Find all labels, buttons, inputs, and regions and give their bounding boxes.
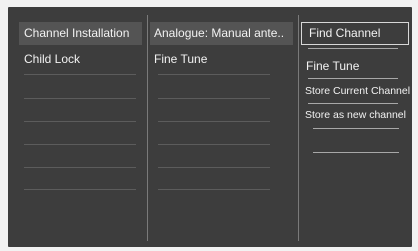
menu-separator [24,121,136,122]
settings-menu-panel: Channel Installation Child Lock Analogue… [8,7,412,247]
menu-separator [158,74,270,75]
menu-item-label: Channel Installation [24,26,130,40]
menu-separator [24,144,136,145]
menu-item-find-channel[interactable]: Find Channel [301,22,409,45]
menu-item-analogue-manual[interactable]: Analogue: Manual ante.. [150,22,293,45]
menu-item-channel-installation[interactable]: Channel Installation [19,22,142,45]
menu-separator [24,74,136,75]
menu-item-label: Fine Tune [306,59,360,73]
menu-separator [24,167,136,168]
column-divider [298,15,299,241]
menu-separator [24,98,136,99]
menu-separator [158,189,270,190]
menu-separator [158,144,270,145]
menu-item-label: Store Current Channel [305,85,411,97]
menu-item-fine-tune[interactable]: Fine Tune [150,48,293,71]
menu-item-store-as-new-channel[interactable]: Store as new channel [301,104,411,127]
menu-separator [158,98,270,99]
menu-separator [158,167,270,168]
menu-item-label: Find Channel [309,26,381,40]
menu-item-label: Fine Tune [154,52,208,66]
menu-item-label: Store as new channel [305,109,406,121]
menu-separator [158,121,270,122]
menu-item-label: Analogue: Manual ante.. [154,26,285,40]
menu-separator [24,189,136,190]
menu-separator [313,128,399,129]
menu-separator [308,48,398,49]
menu-separator [313,152,399,153]
menu-item-label: Child Lock [24,52,81,66]
menu-separator [308,78,398,79]
menu-item-store-current-channel[interactable]: Store Current Channel [301,80,411,103]
menu-item-fine-tune-adjust[interactable]: Fine Tune [301,55,411,78]
column-divider [147,15,148,241]
menu-item-child-lock[interactable]: Child Lock [19,48,142,71]
